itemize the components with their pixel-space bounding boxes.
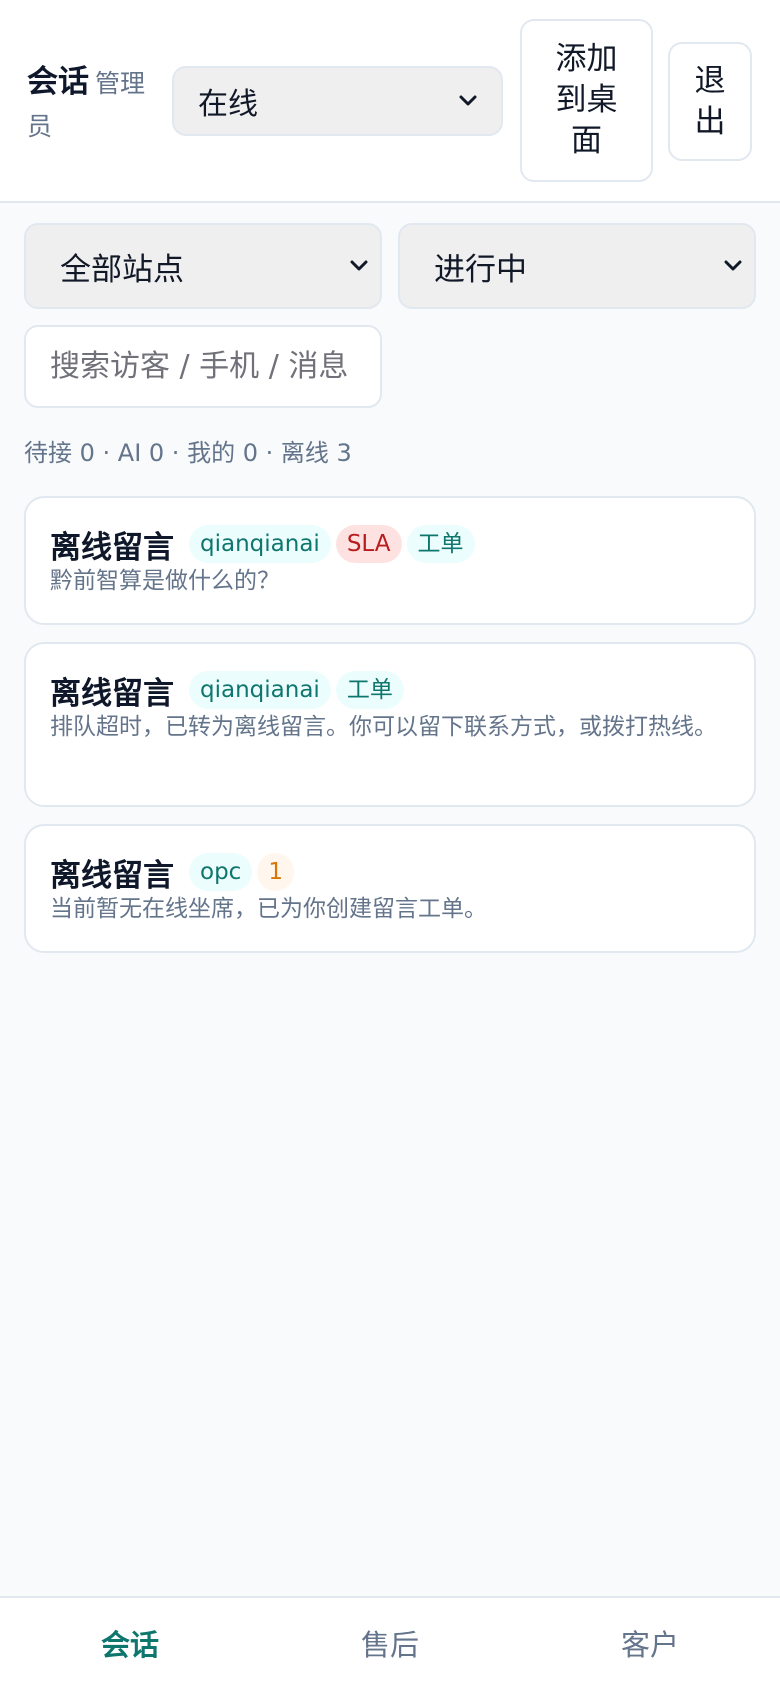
status-filter-value: 进行中 (434, 251, 527, 288)
page-title: 会话 (27, 64, 89, 100)
card-header: 离线留言 qianqianai SLA 工单 (50, 524, 730, 566)
conversation-card[interactable]: 离线留言 qianqianai 工单 排队超时，已转为离线留言。你可以留下联系方… (24, 642, 756, 807)
add-to-desktop-button[interactable]: 添加到桌面 (520, 19, 653, 182)
conversation-preview: 当前暂无在线坐席，已为你创建留言工单。 (50, 896, 487, 922)
site-tag: qianqianai (189, 525, 331, 563)
logout-button[interactable]: 退出 (668, 42, 752, 161)
conversation-title: 离线留言 (50, 857, 174, 894)
site-filter-value: 全部站点 (60, 251, 184, 288)
site-tag: opc (189, 853, 253, 891)
title-block: 会话 管理员 (27, 62, 162, 150)
app-page: 会话管理员 在线 添加到桌面 退出 全部站点 进行中 待接 0 · AI 0 ·… (0, 0, 780, 1688)
card-header: 离线留言 qianqianai 工单 (50, 670, 730, 712)
conversation-title: 离线留言 (50, 529, 174, 566)
tab-after-sales[interactable]: 售后 (260, 1598, 520, 1688)
agent-status-value: 在线 (198, 87, 258, 122)
bottom-tab-bar: 会话 售后 客户 (0, 1596, 780, 1688)
tab-conversations[interactable]: 会话 (0, 1598, 260, 1688)
logout-label: 退出 (694, 62, 726, 140)
chevron-down-icon (459, 92, 477, 110)
status-filter-select[interactable]: 进行中 (398, 223, 756, 309)
chevron-down-icon (724, 257, 742, 275)
queue-counts: 待接 0 · AI 0 · 我的 0 · 离线 3 (24, 439, 352, 467)
site-filter-select[interactable]: 全部站点 (24, 223, 382, 309)
app-header: 会话 管理员 在线 添加到桌面 退出 (0, 0, 780, 203)
conversation-card[interactable]: 离线留言 qianqianai SLA 工单 黔前智算是做什么的？ (24, 496, 756, 625)
ticket-tag: 工单 (406, 525, 475, 563)
tab-label: 会话 (100, 1628, 159, 1662)
ticket-tag: 工单 (335, 671, 404, 709)
card-header: 离线留言 opc 1 (50, 852, 730, 894)
tab-customers[interactable]: 客户 (520, 1598, 780, 1688)
conversation-preview: 排队超时，已转为离线留言。你可以留下联系方式，或拨打热线。 (50, 714, 717, 740)
agent-status-select[interactable]: 在线 (172, 66, 503, 136)
tab-label: 客户 (620, 1628, 679, 1662)
unread-count-badge: 1 (257, 853, 294, 891)
chevron-down-icon (350, 257, 368, 275)
add-to-desktop-label: 添加到桌面 (555, 41, 618, 159)
search-input[interactable] (24, 325, 382, 408)
sla-tag: SLA (335, 525, 402, 563)
conversation-preview: 黔前智算是做什么的？ (50, 568, 280, 594)
site-tag: qianqianai (189, 671, 331, 709)
conversation-title: 离线留言 (50, 675, 174, 712)
conversation-card[interactable]: 离线留言 opc 1 当前暂无在线坐席，已为你创建留言工单。 (24, 824, 756, 953)
tab-label: 售后 (360, 1628, 419, 1662)
